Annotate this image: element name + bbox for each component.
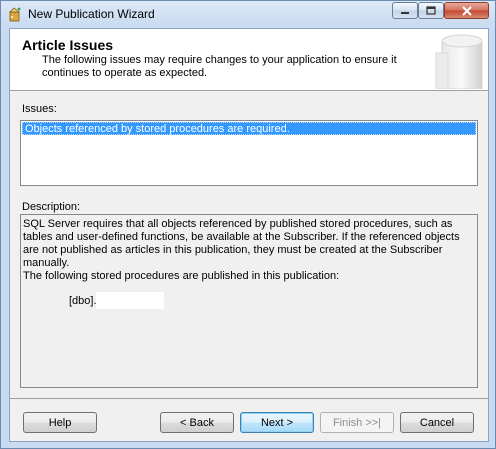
list-item[interactable]: Objects referenced by stored procedures …	[22, 122, 476, 135]
footer-separator	[10, 398, 488, 399]
description-procedures-intro: The following stored procedures are publ…	[23, 270, 340, 282]
close-button[interactable]	[444, 2, 489, 19]
page-title: Article Issues	[22, 37, 114, 53]
issues-list[interactable]: Objects referenced by stored procedures …	[20, 120, 478, 186]
wizard-app-icon	[9, 7, 21, 22]
maximize-icon	[426, 6, 436, 15]
wizard-page: Article Issues The following issues may …	[9, 28, 489, 442]
window-title: New Publication Wizard	[28, 7, 155, 21]
back-button[interactable]: < Back	[160, 412, 234, 433]
wizard-banner-icon	[435, 34, 483, 89]
cancel-button[interactable]: Cancel	[400, 412, 474, 433]
issues-label: Issues:	[22, 103, 57, 115]
close-icon	[461, 5, 472, 16]
maximize-button[interactable]	[418, 2, 444, 19]
description-text: SQL Server requires that all objects ref…	[23, 218, 460, 269]
description-panel[interactable]: SQL Server requires that all objects ref…	[20, 214, 478, 388]
help-button[interactable]: Help	[23, 412, 97, 433]
procedure-name-field	[96, 292, 164, 309]
page-subtitle: The following issues may require changes…	[42, 54, 397, 79]
description-label: Description:	[22, 201, 81, 213]
next-button[interactable]: Next >	[240, 412, 314, 433]
procedure-schema-prefix: [dbo].	[69, 295, 97, 307]
page-header: Article Issues The following issues may …	[10, 29, 488, 91]
wizard-window: New Publication Wizard Article Issues Th…	[0, 0, 496, 449]
title-bar[interactable]: New Publication Wizard	[1, 1, 495, 27]
minimize-button[interactable]	[392, 2, 418, 19]
minimize-icon	[401, 11, 409, 14]
finish-button[interactable]: Finish >>|	[320, 412, 394, 433]
